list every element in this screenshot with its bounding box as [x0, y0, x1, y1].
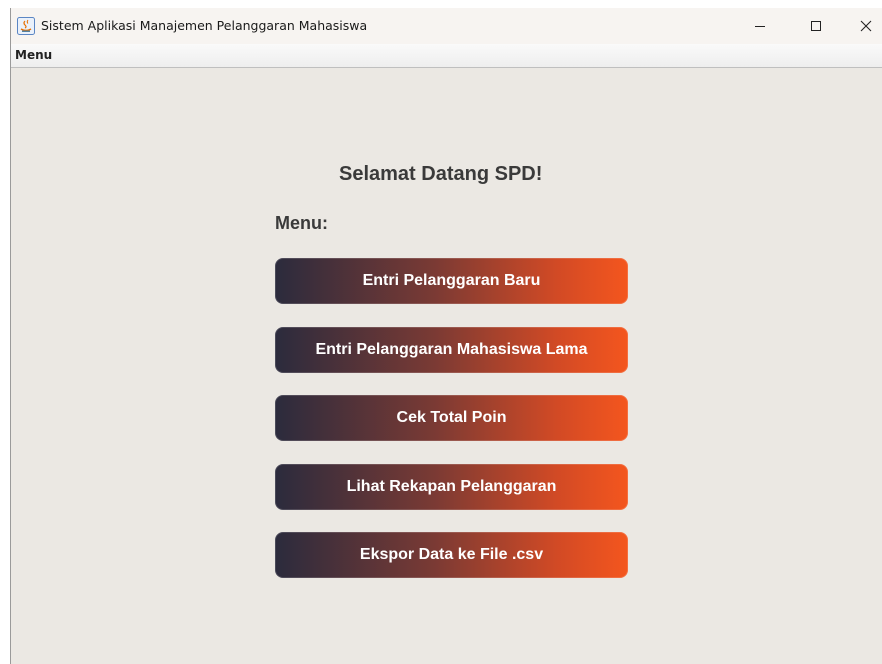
maximize-icon — [811, 21, 821, 31]
check-total-points-button[interactable]: Cek Total Poin — [275, 395, 628, 441]
existing-student-violation-entry-button[interactable]: Entri Pelanggaran Mahasiswa Lama — [275, 327, 628, 373]
new-violation-entry-button[interactable]: Entri Pelanggaran Baru — [275, 258, 628, 304]
export-csv-button[interactable]: Ekspor Data ke File .csv — [275, 532, 628, 578]
menu-bar: Menu — [11, 44, 882, 68]
maximize-button[interactable] — [793, 8, 839, 44]
close-button[interactable] — [843, 8, 882, 44]
app-window: Sistem Aplikasi Manajemen Pelanggaran Ma… — [10, 8, 882, 664]
menu-section-label: Menu: — [275, 213, 328, 233]
minimize-button[interactable] — [737, 8, 783, 44]
view-violation-recap-button[interactable]: Lihat Rekapan Pelanggaran — [275, 464, 628, 510]
menu-item-menu[interactable]: Menu — [15, 48, 52, 62]
title-bar[interactable]: Sistem Aplikasi Manajemen Pelanggaran Ma… — [11, 8, 882, 44]
java-app-icon — [17, 17, 35, 35]
close-icon — [860, 20, 872, 32]
minimize-icon — [755, 26, 765, 27]
window-title: Sistem Aplikasi Manajemen Pelanggaran Ma… — [41, 18, 368, 33]
welcome-heading: Selamat Datang SPD! — [339, 163, 543, 185]
